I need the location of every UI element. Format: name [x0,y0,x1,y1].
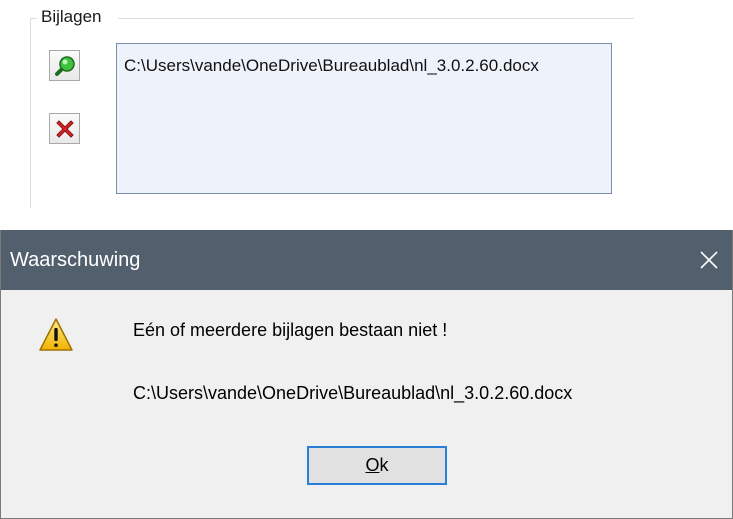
attachments-list[interactable]: C:\Users\vande\OneDrive\Bureaublad\nl_3.… [116,43,612,194]
add-attachment-button[interactable] [49,50,80,81]
close-x-icon [700,251,718,269]
magnifier-add-icon [54,55,75,76]
close-button[interactable] [686,230,732,290]
dialog-path: C:\Users\vande\OneDrive\Bureaublad\nl_3.… [133,383,573,403]
list-item[interactable]: C:\Users\vande\OneDrive\Bureaublad\nl_3.… [124,55,539,77]
ok-button[interactable]: Ok [307,446,447,485]
groupbox-border-left [30,18,31,208]
dialog-title: Waarschuwing [10,249,141,271]
groupbox-label: Bijlagen [37,6,106,28]
remove-attachment-button[interactable] [49,113,80,144]
warning-triangle-icon [39,318,73,351]
dialog-titlebar[interactable]: Waarschuwing [1,230,732,290]
warning-dialog: Waarschuwing Eén of meerdere bijlagen be… [0,230,733,519]
ok-label-rest: k [379,455,389,475]
ok-accelerator: O [365,455,380,475]
dialog-message: Eén of meerdere bijlagen bestaan niet ! [133,320,448,340]
red-x-icon [55,119,74,138]
groupbox-border-top [118,18,634,19]
